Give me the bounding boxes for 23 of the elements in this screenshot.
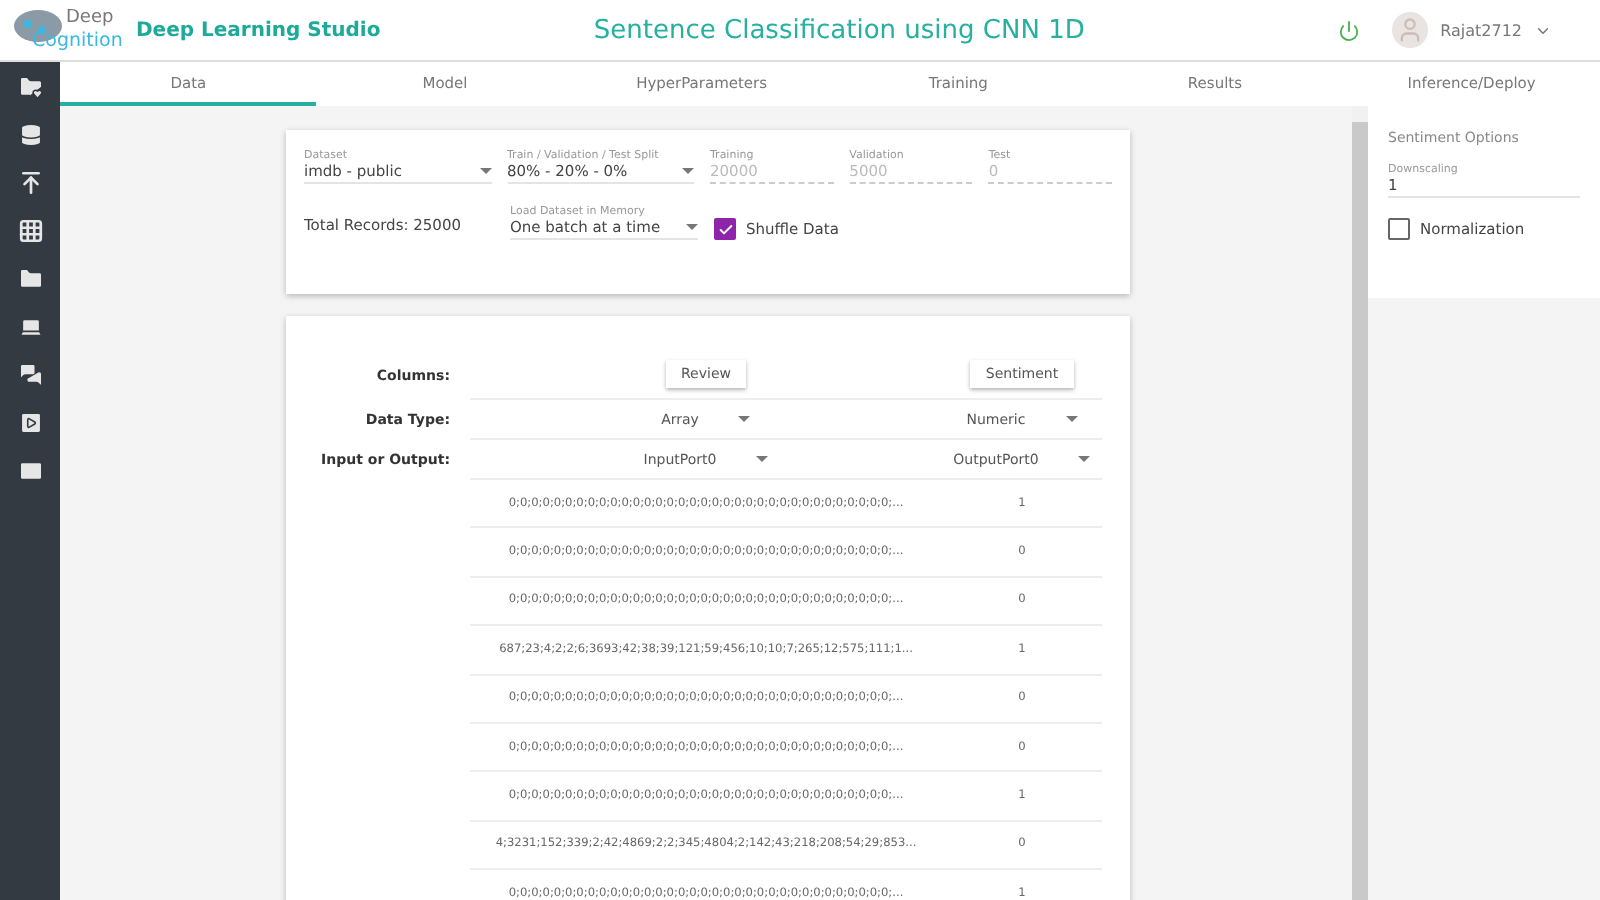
page-title: Sentence Classification using CNN 1D xyxy=(593,15,1085,45)
power-icon[interactable] xyxy=(1338,19,1361,41)
product-name: Deep Learning Studio xyxy=(136,19,381,41)
database-icon[interactable] xyxy=(17,122,43,148)
checkbox[interactable] xyxy=(714,218,736,240)
checkbox[interactable] xyxy=(1388,218,1410,240)
dropdown-caret-icon xyxy=(479,168,491,174)
dropdown-caret-icon xyxy=(686,224,698,230)
dropdown-caret-icon xyxy=(756,456,769,462)
folder-icon[interactable] xyxy=(17,266,43,292)
dropdown-caret-icon xyxy=(682,168,694,174)
laptop-icon[interactable] xyxy=(17,314,43,340)
logo-text: Deep xyxy=(66,8,114,28)
user-name[interactable]: Rajat2712 xyxy=(1440,21,1522,39)
dropdown-caret-icon xyxy=(738,416,751,422)
upload-icon[interactable] xyxy=(17,170,43,196)
dropdown-caret-icon xyxy=(1078,456,1091,462)
dropdown-caret-icon xyxy=(1065,416,1078,422)
grid-icon[interactable] xyxy=(17,218,43,244)
play-icon[interactable] xyxy=(17,410,43,436)
logo-text: Cognition xyxy=(32,30,123,52)
folder-heart-icon[interactable] xyxy=(17,74,43,100)
chat-icon[interactable] xyxy=(17,362,43,388)
